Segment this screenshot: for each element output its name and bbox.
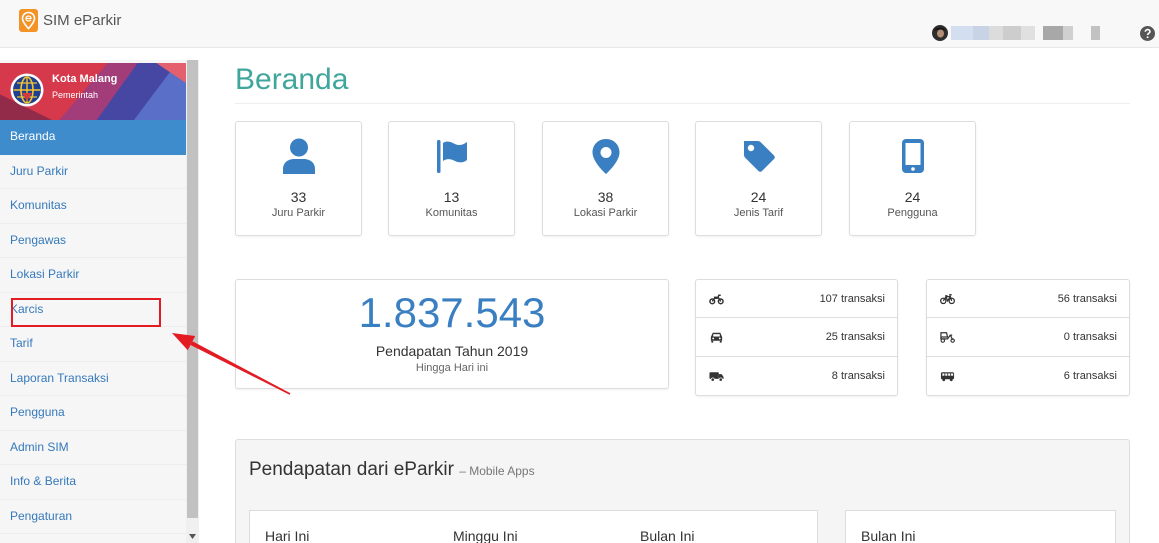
transactions-box-right: 56 transaksi 0 transaksi 6 transaksi <box>926 279 1130 396</box>
top-navbar: SIM eParkir <box>0 0 1159 48</box>
user-icon <box>283 138 315 174</box>
panel-title-text: Pendapatan dari eParkir <box>249 459 454 480</box>
transaction-row: 0 transaksi <box>927 318 1129 357</box>
user-name-blurred[interactable] <box>951 26 1117 40</box>
transaction-count: 0 transaksi <box>1063 331 1117 344</box>
sidebar-item-juru-parkir[interactable]: Juru Parkir <box>0 155 186 189</box>
transaction-count: 25 transaksi <box>825 331 885 344</box>
transactions-box-left: 107 transaksi 25 transaksi 8 transaksi <box>695 279 898 396</box>
panel-title: Pendapatan dari eParkir – Mobile Apps <box>249 458 535 483</box>
question-circle-icon[interactable] <box>1140 26 1155 41</box>
truck-icon <box>709 371 724 382</box>
sidebar-item-komunitas[interactable]: Komunitas <box>0 189 186 224</box>
stat-label: Juru Parkir <box>271 207 326 219</box>
mobile-apps-revenue-panel: Pendapatan dari eParkir – Mobile Apps Ha… <box>235 439 1130 543</box>
transaction-row: 107 transaksi <box>696 280 897 319</box>
stat-card-komunitas: 13 Komunitas <box>388 121 515 236</box>
transaction-row: 8 transaksi <box>696 357 897 395</box>
transaction-row: 56 transaksi <box>927 280 1129 319</box>
column-this-month: Bulan Ini <box>640 528 695 543</box>
title-divider <box>235 103 1130 104</box>
page-title: Beranda <box>235 63 349 96</box>
stat-label: Jenis Tarif <box>733 207 784 219</box>
sidebar-item-pengguna[interactable]: Pengguna <box>0 396 186 431</box>
transaction-count: 107 transaksi <box>819 293 885 305</box>
revenue-title: Pendapatan Tahun 2019 <box>375 343 529 359</box>
sidebar-org-header: Kota Malang Pemerintah <box>0 63 186 120</box>
org-type: Pemerintah <box>52 90 99 100</box>
map-pin-logo-icon[interactable] <box>19 9 38 32</box>
mobile-icon <box>902 139 924 173</box>
column-month: Bulan Ini <box>861 528 916 543</box>
motorcycle-icon <box>709 294 724 305</box>
stat-label: Komunitas <box>425 207 478 219</box>
transaction-count: 56 transaksi <box>1057 293 1117 305</box>
sidebar-menu: Beranda Juru Parkir Komunitas Pengawas L… <box>0 120 186 534</box>
sidebar-item-tarif[interactable]: Tarif <box>0 327 186 362</box>
stat-card-jenis-tarif: 24 Jenis Tarif <box>695 121 822 236</box>
panel-subtitle: – Mobile Apps <box>459 464 535 478</box>
transaction-count: 6 transaksi <box>1063 369 1117 382</box>
stat-value: 24 <box>904 189 921 205</box>
transaction-row: 6 transaksi <box>927 357 1129 395</box>
stat-label: Lokasi Parkir <box>573 207 638 219</box>
revenue-amount: 1.837.543 <box>358 289 546 336</box>
sidebar-item-info-berita[interactable]: Info & Berita <box>0 465 186 500</box>
sidebar-item-beranda[interactable]: Beranda <box>0 120 186 155</box>
flag-icon <box>437 140 467 173</box>
stat-value: 38 <box>597 189 614 205</box>
stat-value: 24 <box>750 189 767 205</box>
bus-icon <box>940 371 955 381</box>
sidebar-item-admin-sim[interactable]: Admin SIM <box>0 431 186 465</box>
monthly-summary-box: Bulan Ini <box>845 510 1116 543</box>
scrollbar-thumb[interactable] <box>187 60 198 518</box>
avatar-icon[interactable] <box>932 25 948 41</box>
stat-card-juru-parkir: 33 Juru Parkir <box>235 121 362 236</box>
revenue-subtitle: Hingga Hari ini <box>415 362 489 374</box>
sidebar-item-pengaturan[interactable]: Pengaturan <box>0 500 186 534</box>
org-name: Kota Malang <box>52 73 118 85</box>
transaction-row: 25 transaksi <box>696 318 897 357</box>
annual-revenue-card: 1.837.543 Pendapatan Tahun 2019 Hingga H… <box>235 279 669 389</box>
scroll-down-arrow-icon[interactable] <box>189 534 196 539</box>
highlight-box-annotation <box>11 298 161 327</box>
stat-label: Pengguna <box>887 207 938 219</box>
bicycle-icon <box>940 294 955 305</box>
stat-value: 33 <box>290 189 307 205</box>
column-this-week: Minggu Ini <box>453 528 518 543</box>
transaction-count: 8 transaksi <box>831 369 885 382</box>
city-emblem-icon <box>10 73 44 107</box>
tag-icon <box>744 141 775 172</box>
sidebar-item-laporan-transaksi[interactable]: Laporan Transaksi <box>0 362 186 396</box>
map-marker-icon <box>592 139 620 174</box>
app-title[interactable]: SIM eParkir <box>43 11 121 31</box>
column-today: Hari Ini <box>265 528 310 543</box>
sidebar-item-pengawas[interactable]: Pengawas <box>0 224 186 258</box>
stat-card-lokasi-parkir: 38 Lokasi Parkir <box>542 121 669 236</box>
sidebar-item-lokasi-parkir[interactable]: Lokasi Parkir <box>0 258 186 293</box>
car-icon <box>710 333 723 343</box>
period-summary-box: Hari Ini Minggu Ini Bulan Ini <box>249 510 818 543</box>
sidebar-scrollbar[interactable] <box>186 60 199 543</box>
rickshaw-icon <box>940 332 955 344</box>
stat-card-pengguna: 24 Pengguna <box>849 121 976 236</box>
stat-value: 13 <box>443 189 460 205</box>
